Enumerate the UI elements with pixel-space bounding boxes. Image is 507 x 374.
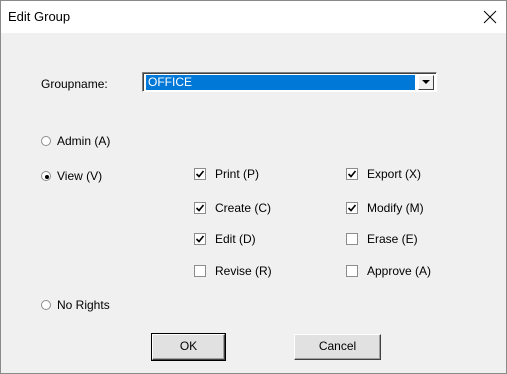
- checkbox-erase-label[interactable]: Erase (E): [367, 232, 418, 246]
- radio-admin-label[interactable]: Admin (A): [57, 134, 110, 148]
- groupname-label: Groupname:: [41, 77, 108, 91]
- checkbox-modify-label[interactable]: Modify (M): [367, 201, 424, 215]
- checkbox-create-box[interactable]: [194, 202, 206, 214]
- radio-selected-dot: [45, 175, 49, 179]
- close-icon: [483, 10, 497, 24]
- checkbox-edit-label[interactable]: Edit (D): [215, 232, 256, 246]
- cancel-button[interactable]: Cancel: [294, 334, 381, 360]
- radio-no-rights-circle[interactable]: [41, 300, 51, 310]
- groupname-selected-value[interactable]: OFFICE: [146, 75, 415, 90]
- chevron-down-icon: [422, 80, 430, 84]
- checkbox-export-label[interactable]: Export (X): [367, 167, 421, 181]
- checkbox-erase-box[interactable]: [346, 233, 358, 245]
- checkmark-icon: [347, 170, 357, 178]
- checkmark-icon: [195, 204, 205, 212]
- checkbox-edit-box[interactable]: [194, 233, 206, 245]
- checkbox-approve-box[interactable]: [346, 265, 358, 277]
- checkmark-icon: [347, 204, 357, 212]
- title-bar[interactable]: Edit Group: [1, 1, 506, 33]
- checkmark-icon: [195, 170, 205, 178]
- groupname-combobox[interactable]: OFFICE: [142, 72, 437, 92]
- checkbox-export-box[interactable]: [346, 168, 358, 180]
- checkmark-icon: [195, 235, 205, 243]
- radio-admin-circle[interactable]: [41, 136, 51, 146]
- edit-group-dialog: Edit Group Groupname: OFFICE Admin (A) V…: [0, 0, 507, 374]
- checkbox-create-label[interactable]: Create (C): [215, 201, 271, 215]
- radio-view-label[interactable]: View (V): [57, 169, 102, 183]
- checkbox-revise-box[interactable]: [194, 265, 206, 277]
- checkbox-print-label[interactable]: Print (P): [215, 167, 259, 181]
- checkbox-revise-label[interactable]: Revise (R): [215, 264, 272, 278]
- radio-view-circle[interactable]: [41, 171, 51, 181]
- close-button[interactable]: [474, 1, 506, 33]
- radio-no-rights-label[interactable]: No Rights: [57, 298, 110, 312]
- ok-button[interactable]: OK: [151, 333, 226, 361]
- dialog-title: Edit Group: [8, 9, 71, 24]
- groupname-dropdown-button[interactable]: [418, 75, 434, 90]
- checkbox-modify-box[interactable]: [346, 202, 358, 214]
- checkbox-print-box[interactable]: [194, 168, 206, 180]
- checkbox-approve-label[interactable]: Approve (A): [367, 264, 431, 278]
